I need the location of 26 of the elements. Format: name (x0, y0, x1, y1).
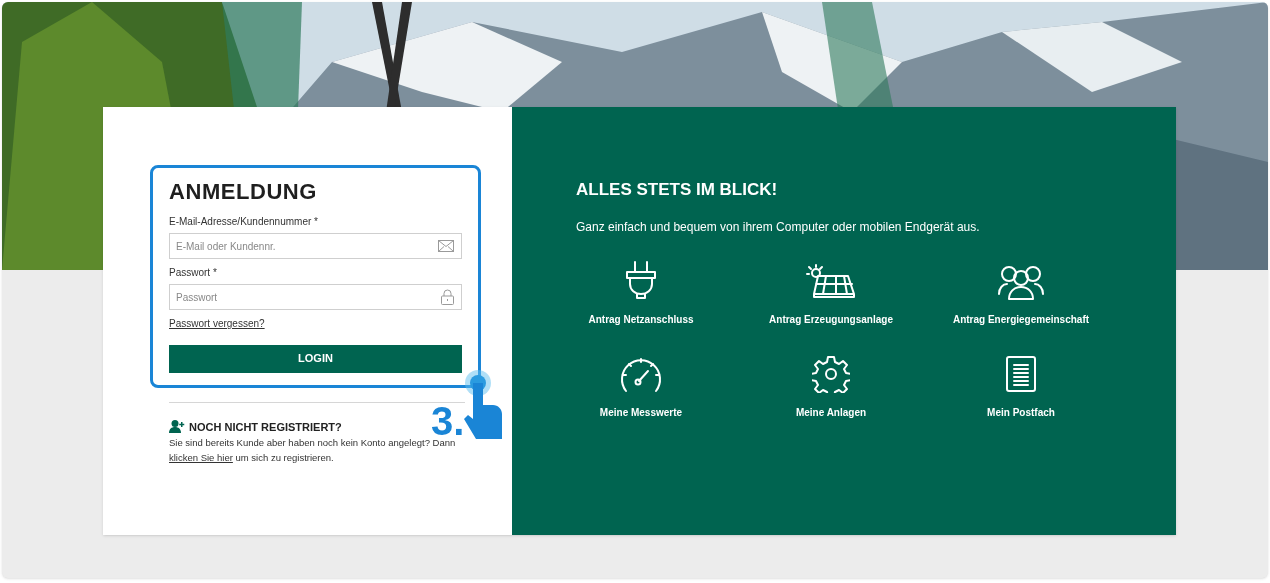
padlock-icon (441, 288, 454, 305)
plug-icon (624, 260, 658, 301)
settings-icon (812, 355, 850, 394)
register-title: NOCH NICHT REGISTRIERT? (189, 419, 342, 435)
solar-panel-icon (806, 264, 856, 301)
gauge-icon (619, 355, 663, 394)
service-link[interactable]: Antrag Energiegemeinschaft (952, 312, 1090, 328)
service-link[interactable]: Meine Anlagen (795, 405, 867, 421)
envelope-icon (438, 239, 454, 252)
register-link[interactable]: klicken Sie hier (169, 452, 233, 463)
forgot-password-link[interactable]: Passwort vergessen? (169, 315, 462, 331)
service-link[interactable]: Meine Messwerte (599, 405, 683, 421)
field-label: E-Mail-Adresse/Kundennummer * (169, 214, 319, 229)
add-user-icon (169, 420, 185, 434)
form-title: ANMELDUNG (169, 178, 318, 206)
info-title: ALLES STETS IM BLICK! (576, 179, 779, 201)
field-label: Passwort * (169, 265, 218, 280)
login-button[interactable]: LOGIN (169, 344, 462, 373)
info-subtitle: Ganz einfach und bequem von ihrem Computer oder mobilen Endgerät aus. (576, 219, 981, 237)
service-link[interactable]: Mein Postfach (987, 405, 1055, 421)
service-link[interactable]: Antrag Netzanschluss (588, 312, 694, 328)
input-field[interactable]: Passwort (169, 284, 462, 310)
people-icon (997, 264, 1045, 301)
document-icon (1005, 355, 1037, 394)
input-field[interactable]: E-Mail oder Kundennr. (169, 233, 462, 259)
service-link[interactable]: Antrag Erzeugungsanlage (769, 312, 893, 328)
